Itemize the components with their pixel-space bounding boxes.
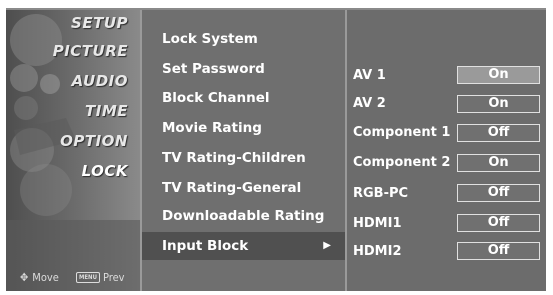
menu-item-lock-system[interactable]: Lock System — [162, 31, 258, 47]
category-setup[interactable]: SETUP — [71, 14, 128, 32]
source-toggle[interactable]: On — [457, 66, 540, 84]
menu-item-downloadable-rating[interactable]: Downloadable Rating — [162, 208, 324, 224]
menu-item-tv-rating-children[interactable]: TV Rating-Children — [162, 150, 306, 166]
tv-menu-screen: SETUP PICTURE AUDIO TIME OPTION LOCK ✥ M… — [0, 0, 553, 295]
source-label: HDMI2 — [353, 244, 402, 259]
menu-item-input-block-label: Input Block — [162, 238, 249, 254]
source-toggle[interactable]: On — [457, 95, 540, 113]
submenu-arrow-icon: ▶ — [323, 240, 331, 251]
menu-item-block-channel[interactable]: Block Channel — [162, 90, 270, 106]
source-label: HDMI1 — [353, 216, 402, 231]
move-hint-label: Move — [32, 271, 59, 284]
source-label: Component 2 — [353, 155, 451, 170]
navigation-cross-icon: ✥ — [20, 271, 29, 284]
input-block-panel: AV 1 On AV 2 On Component 1 Off Componen… — [347, 10, 546, 291]
menu-key-icon: MENU — [76, 272, 100, 283]
category-picture[interactable]: PICTURE — [53, 42, 128, 60]
source-toggle[interactable]: Off — [457, 214, 540, 232]
menu-item-movie-rating[interactable]: Movie Rating — [162, 120, 262, 136]
move-hint: ✥ Move — [20, 271, 59, 284]
category-audio[interactable]: AUDIO — [72, 72, 128, 90]
source-toggle[interactable]: Off — [457, 242, 540, 260]
lock-menu: Lock System Set Password Block Channel M… — [140, 10, 347, 291]
source-toggle[interactable]: Off — [457, 124, 540, 142]
source-toggle[interactable]: Off — [457, 184, 540, 202]
prev-hint-label: Prev — [102, 271, 125, 284]
menu-item-set-password[interactable]: Set Password — [162, 61, 265, 77]
source-label: AV 1 — [353, 68, 386, 83]
source-label: Component 1 — [353, 125, 451, 140]
menu-item-input-block[interactable]: Input Block ▶ — [142, 232, 345, 260]
source-label: RGB-PC — [353, 186, 409, 201]
category-time[interactable]: TIME — [85, 102, 128, 120]
source-toggle[interactable]: On — [457, 154, 540, 172]
category-sidebar: SETUP PICTURE AUDIO TIME OPTION LOCK ✥ M… — [6, 10, 140, 291]
category-lock[interactable]: LOCK — [82, 162, 128, 180]
prev-hint: MENU Prev — [76, 271, 125, 284]
category-option[interactable]: OPTION — [60, 132, 128, 150]
menu-item-tv-rating-general[interactable]: TV Rating-General — [162, 180, 301, 196]
source-label: AV 2 — [353, 96, 386, 111]
